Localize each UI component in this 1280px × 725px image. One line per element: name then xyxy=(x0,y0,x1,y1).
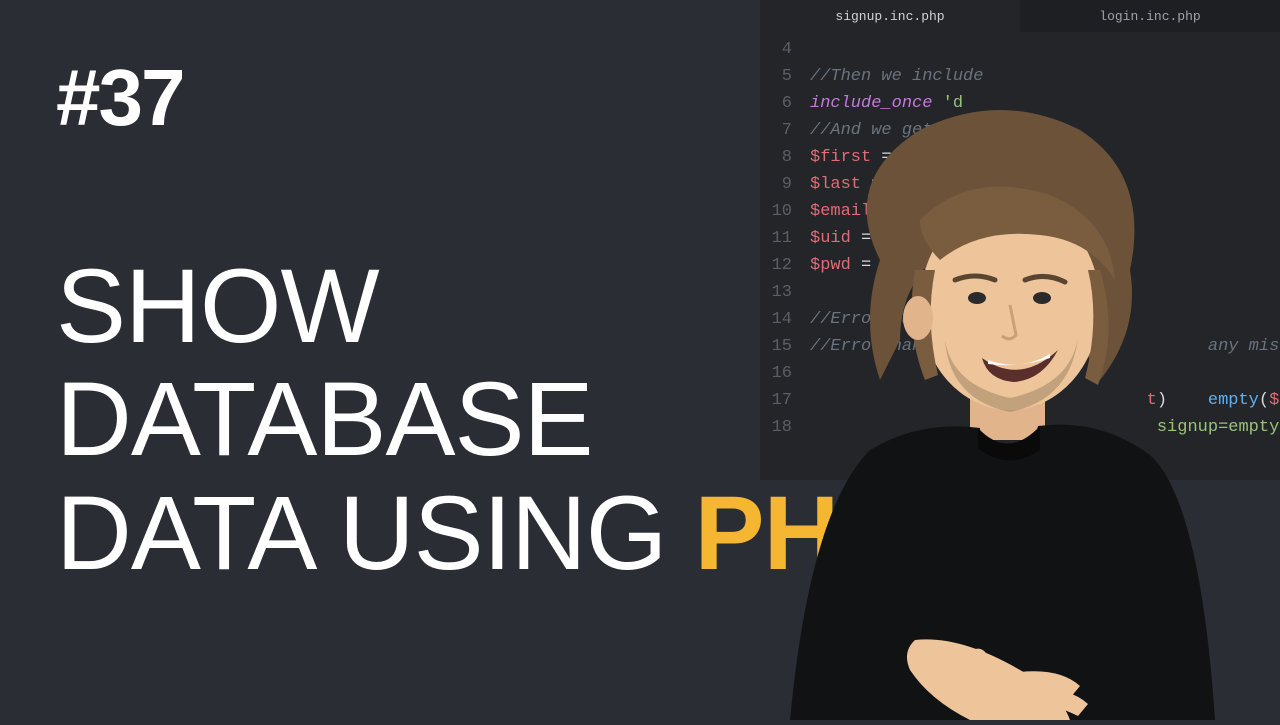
code-content xyxy=(810,279,1280,306)
code-line: 4 xyxy=(760,36,1280,63)
code-line: 13 xyxy=(760,279,1280,306)
line-number: 5 xyxy=(760,63,810,90)
code-content: t) empty($ema xyxy=(810,387,1280,414)
code-line: 7//And we get xyxy=(760,117,1280,144)
line-number: 6 xyxy=(760,90,810,117)
code-line: 17 t) empty($ema xyxy=(760,387,1280,414)
title-accent: PHP xyxy=(695,475,908,592)
code-content xyxy=(810,360,1280,387)
code-line: 5//Then we include xyxy=(760,63,1280,90)
code-line: 16 xyxy=(760,360,1280,387)
line-number: 9 xyxy=(760,171,810,198)
code-content: //Error han xyxy=(810,306,1280,333)
code-content: $pwd = $_POS xyxy=(810,252,1280,279)
code-area: 45//Then we include6include_once 'd7//An… xyxy=(760,32,1280,445)
code-line: 6include_once 'd xyxy=(760,90,1280,117)
line-number: 11 xyxy=(760,225,810,252)
code-line: 11$uid = $_POS xyxy=(760,225,1280,252)
line-number: 8 xyxy=(760,144,810,171)
code-line: 10$email = $_P xyxy=(760,198,1280,225)
code-content: $email = $_P xyxy=(810,198,1280,225)
code-content: $first = $_P xyxy=(810,144,1280,171)
episode-number: #37 xyxy=(56,52,183,144)
editor-tabs: signup.inc.phplogin.inc.php xyxy=(760,0,1280,32)
line-number: 4 xyxy=(760,36,810,63)
line-number: 14 xyxy=(760,306,810,333)
code-content: //And we get xyxy=(810,117,1280,144)
code-content: $last = $_PO xyxy=(810,171,1280,198)
code-content xyxy=(810,36,1280,63)
code-line: 9$last = $_PO xyxy=(760,171,1280,198)
code-content: signup=empty" xyxy=(810,414,1280,441)
line-number: 13 xyxy=(760,279,810,306)
code-line: 12$pwd = $_POS xyxy=(760,252,1280,279)
code-line: 8$first = $_P xyxy=(760,144,1280,171)
code-line: 14//Error han xyxy=(760,306,1280,333)
code-content: $uid = $_POS xyxy=(810,225,1280,252)
code-content: //Then we include xyxy=(810,63,1280,90)
code-content: //Error handl any mis xyxy=(810,333,1280,360)
line-number: 7 xyxy=(760,117,810,144)
code-line: 15//Error handl any mis xyxy=(760,333,1280,360)
line-number: 16 xyxy=(760,360,810,387)
line-number: 15 xyxy=(760,333,810,360)
editor-tab-1[interactable]: login.inc.php xyxy=(1020,0,1280,32)
line-number: 12 xyxy=(760,252,810,279)
editor-tab-0[interactable]: signup.inc.php xyxy=(760,0,1020,32)
line-number: 17 xyxy=(760,387,810,414)
code-editor-panel: signup.inc.phplogin.inc.php 45//Then we … xyxy=(760,0,1280,480)
title-line-3: DATA USING PHP xyxy=(56,477,907,590)
code-line: 18 signup=empty" xyxy=(760,414,1280,441)
line-number: 18 xyxy=(760,414,810,441)
line-number: 10 xyxy=(760,198,810,225)
code-content: include_once 'd xyxy=(810,90,1280,117)
